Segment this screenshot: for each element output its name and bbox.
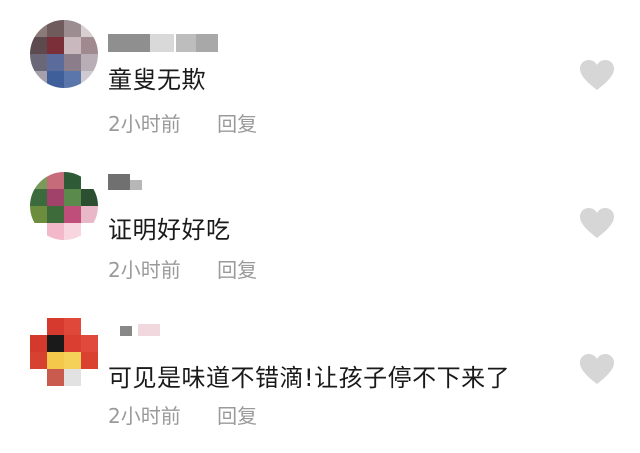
timestamp: 2小时前: [108, 112, 181, 136]
comment-meta: 2小时前 回复: [108, 254, 257, 283]
username-mosaic: [176, 34, 196, 52]
comment-text: 童叟无欺: [108, 66, 206, 94]
avatar[interactable]: [30, 172, 98, 240]
avatar[interactable]: [30, 20, 98, 88]
comment-text: 可见是味道不错滴!让孩子停不下来了: [108, 364, 511, 392]
username-mosaic: [130, 180, 142, 190]
timestamp: 2小时前: [108, 404, 181, 428]
comment-item: 童叟无欺 2小时前 回复: [0, 0, 640, 145]
comment-text: 证明好好吃: [108, 216, 231, 244]
comment-item: 可见是味道不错滴!让孩子停不下来了 2小时前 回复: [0, 296, 640, 441]
avatar[interactable]: [30, 318, 98, 386]
comment-meta: 2小时前 回复: [108, 108, 257, 137]
username-mosaic: [150, 34, 174, 52]
reply-button[interactable]: 回复: [217, 400, 257, 429]
username-mosaic: [108, 174, 130, 190]
heart-icon[interactable]: [580, 208, 614, 240]
timestamp: 2小时前: [108, 258, 181, 282]
username-mosaic: [120, 326, 132, 336]
comment-item: 证明好好吃 2小时前 回复: [0, 148, 640, 293]
username-mosaic: [108, 34, 150, 52]
username-mosaic: [138, 324, 160, 336]
comment-meta: 2小时前 回复: [108, 400, 257, 429]
username-mosaic: [196, 34, 218, 52]
reply-button[interactable]: 回复: [217, 254, 257, 283]
reply-button[interactable]: 回复: [217, 108, 257, 137]
heart-icon[interactable]: [580, 354, 614, 386]
heart-icon[interactable]: [580, 60, 614, 92]
